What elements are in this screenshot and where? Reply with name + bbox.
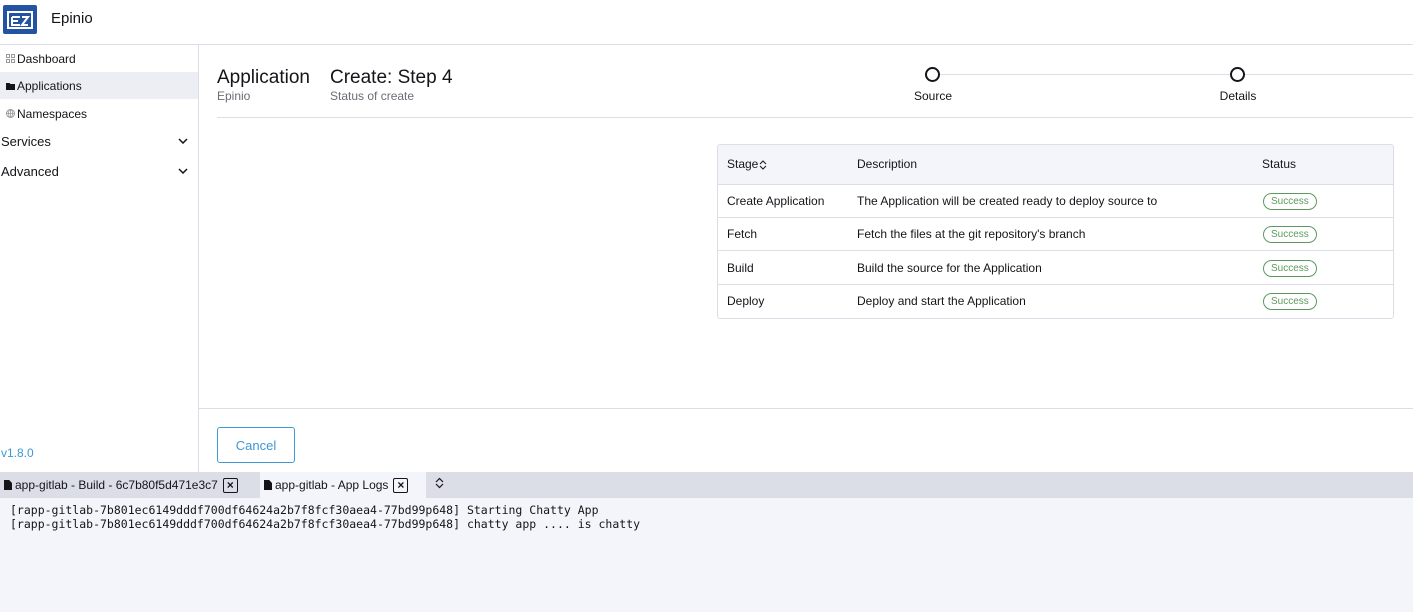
sidebar-group-label: Services [1,133,51,149]
status-badge: Success [1263,226,1317,243]
cell-stage: Build [727,261,754,275]
stepper-line [940,74,1413,75]
log-line: [rapp-gitlab-7b801ec6149dddf700df64624a2… [10,517,641,531]
table-row: Deploy Deploy and start the Application … [718,285,1393,318]
log-line: [rapp-gitlab-7b801ec6149dddf700df64624a2… [10,503,599,517]
header-divider [217,117,1413,118]
chevron-down-icon [176,164,190,178]
sidebar: Dashboard Applications Namespaces Servic… [0,45,199,472]
sidebar-item-dashboard[interactable]: Dashboard [0,45,198,72]
cell-stage: Create Application [727,194,825,208]
bottom-panel-tabbar: app-gitlab - Build - 6c7b80f5d471e3c7 × … [0,472,1413,498]
tab-label: app-gitlab - Build - 6c7b80f5d471e3c7 [15,478,218,492]
status-badge: Success [1263,293,1317,310]
step-source-label: Source [913,89,953,103]
app-name: Epinio [51,10,93,27]
page-title: Application [217,67,310,88]
page-subtitle: Epinio [217,89,251,103]
step-subtitle: Status of create [330,89,415,103]
cell-stage: Fetch [727,227,758,241]
chevron-down-icon [176,134,190,148]
sidebar-item-applications[interactable]: Applications [0,72,198,99]
close-icon[interactable]: × [393,477,409,493]
file-icon [264,480,272,490]
column-header-status: Status [1262,157,1297,171]
step-details-circle-icon[interactable] [1230,67,1245,82]
dashboard-icon [5,54,15,64]
step-details-label: Details [1219,89,1257,103]
status-badge: Success [1263,193,1317,210]
footer-divider [199,408,1413,409]
status-badge: Success [1263,260,1317,277]
folder-icon [5,81,15,91]
cell-description: Build the source for the Application [857,261,1042,275]
table-row: Build Build the source for the Applicati… [718,252,1393,285]
sidebar-item-label: Dashboard [17,51,76,66]
column-header-stage-label: Stage [727,157,759,171]
step-source-circle-icon[interactable] [925,67,940,82]
cell-description: Fetch the files at the git repository's … [857,227,1086,241]
cell-stage: Deploy [727,294,765,308]
epinio-logo-icon[interactable] [3,5,37,34]
version-label[interactable]: v1.8.0 [1,446,34,460]
sidebar-group-advanced[interactable]: Advanced [0,157,198,185]
sidebar-item-label: Namespaces [17,106,88,121]
top-header: Epinio [0,0,1413,45]
globe-icon [5,109,15,119]
expand-collapse-icon[interactable] [433,477,445,489]
sort-icon[interactable] [759,160,767,170]
cancel-button[interactable]: Cancel [217,427,295,463]
sidebar-group-label: Advanced [1,163,59,179]
sidebar-item-namespaces[interactable]: Namespaces [0,100,198,127]
tab-app-logs[interactable]: app-gitlab - App Logs × [260,472,426,498]
cell-description: The Application will be created ready to… [857,194,1158,208]
table-header: Stage Description Status [718,145,1393,185]
close-icon[interactable]: × [222,477,238,493]
table-row: Fetch Fetch the files at the git reposit… [718,218,1393,251]
table-row: Create Application The Application will … [718,185,1393,218]
log-output: [rapp-gitlab-7b801ec6149dddf700df64624a2… [0,498,1413,612]
file-icon [4,480,12,490]
cell-description: Deploy and start the Application [857,294,1026,308]
sidebar-item-label: Applications [17,78,82,93]
sidebar-group-services[interactable]: Services [0,127,198,155]
status-table: Stage Description Status Create Applicat… [717,144,1394,319]
column-header-stage[interactable]: Stage [727,157,767,171]
step-title: Create: Step 4 [330,67,453,88]
column-header-description: Description [857,157,918,171]
tab-build-logs[interactable]: app-gitlab - Build - 6c7b80f5d471e3c7 × [0,472,256,498]
tab-label: app-gitlab - App Logs [275,478,389,492]
